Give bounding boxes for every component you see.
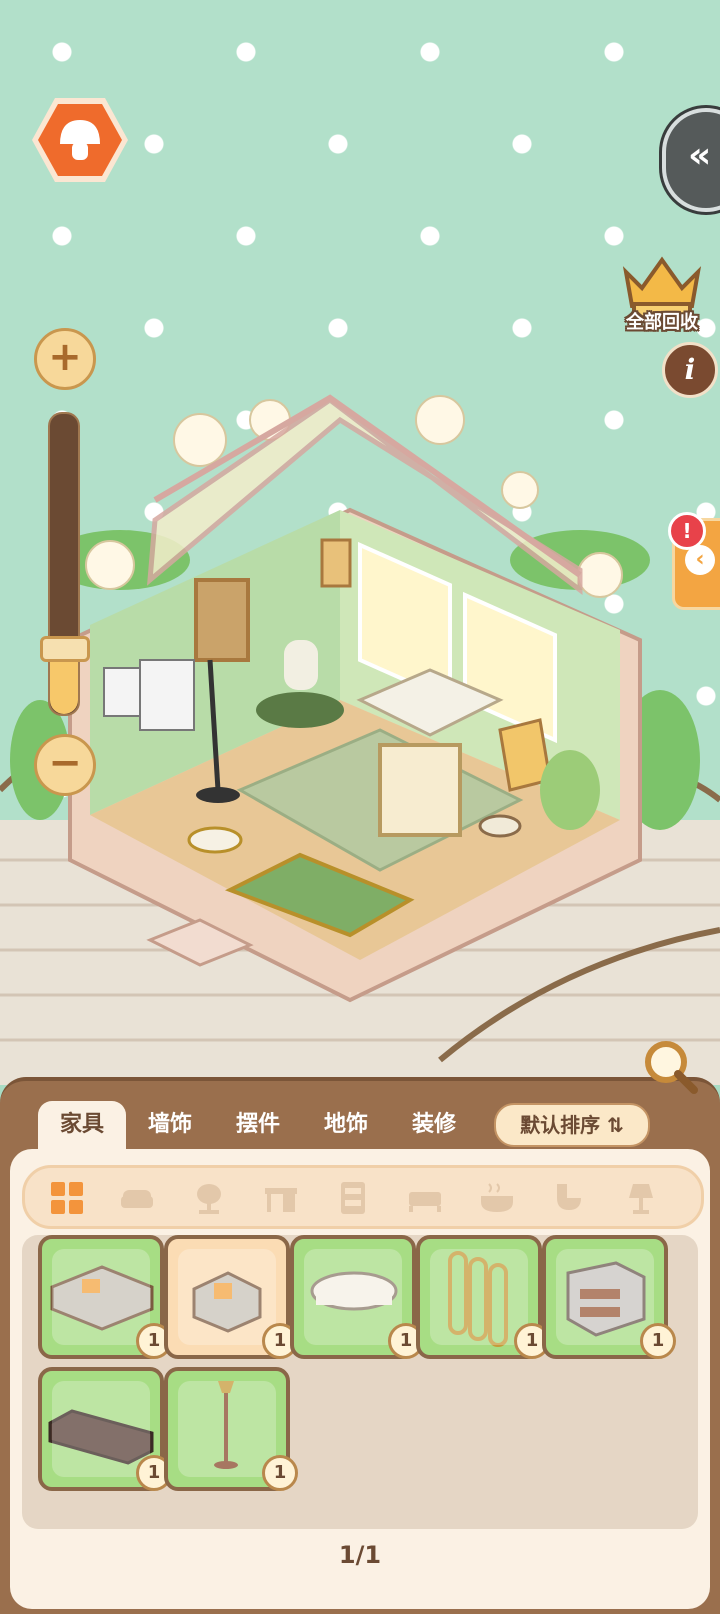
chair-icon[interactable] bbox=[191, 1180, 227, 1216]
zoom-in-button[interactable]: + bbox=[34, 328, 96, 390]
item-grid: 1 1 1 1 1 1 1 bbox=[22, 1235, 698, 1529]
sort-button[interactable]: 默认排序 ⇅ bbox=[494, 1103, 650, 1147]
info-button[interactable]: i bbox=[662, 342, 718, 398]
recycle-all-label: 全部回收 bbox=[626, 312, 698, 333]
page-indicator: 1/1 bbox=[338, 1541, 382, 1569]
cabinet-icon[interactable] bbox=[335, 1180, 371, 1216]
bathtub-icon[interactable] bbox=[479, 1180, 515, 1216]
tab-renovation[interactable]: 装修 bbox=[390, 1101, 478, 1149]
toilet-icon[interactable] bbox=[551, 1180, 587, 1216]
room-scene[interactable]: « 全部回收 i ‹ ! + − bbox=[0, 0, 720, 1085]
subcategory-bar bbox=[22, 1165, 704, 1229]
category-tabs: 家具 墙饰 摆件 地饰 装修 bbox=[38, 1101, 478, 1149]
tab-furniture[interactable]: 家具 bbox=[38, 1101, 126, 1149]
home-mushroom-button[interactable] bbox=[30, 94, 130, 186]
item-count-badge: 1 bbox=[640, 1323, 676, 1359]
tab-ornaments[interactable]: 摆件 bbox=[214, 1101, 302, 1149]
alert-badge: ! bbox=[668, 512, 706, 550]
lamp-icon[interactable] bbox=[623, 1180, 659, 1216]
tab-floor-decor[interactable]: 地饰 bbox=[302, 1101, 390, 1149]
sofa-icon[interactable] bbox=[119, 1180, 155, 1216]
item-count-badge: 1 bbox=[262, 1455, 298, 1491]
bed-icon[interactable] bbox=[407, 1180, 443, 1216]
desk-icon[interactable] bbox=[263, 1180, 299, 1216]
zoom-slider-track[interactable] bbox=[48, 412, 80, 716]
inventory-panel: 家具 墙饰 摆件 地饰 装修 默认排序 ⇅ 1 1 1 1 1 1 1 1/1 bbox=[0, 1077, 720, 1614]
zoom-slider-handle[interactable] bbox=[40, 636, 90, 662]
inventory-body: 1 1 1 1 1 1 1 1/1 bbox=[10, 1149, 710, 1609]
info-icon: i bbox=[684, 353, 696, 386]
zoom-out-button[interactable]: − bbox=[34, 734, 96, 796]
double-chevron-left-icon: « bbox=[688, 135, 712, 176]
tab-wall-decor[interactable]: 墙饰 bbox=[126, 1101, 214, 1149]
grid-icon[interactable] bbox=[49, 1180, 85, 1216]
search-icon[interactable] bbox=[640, 1036, 700, 1096]
